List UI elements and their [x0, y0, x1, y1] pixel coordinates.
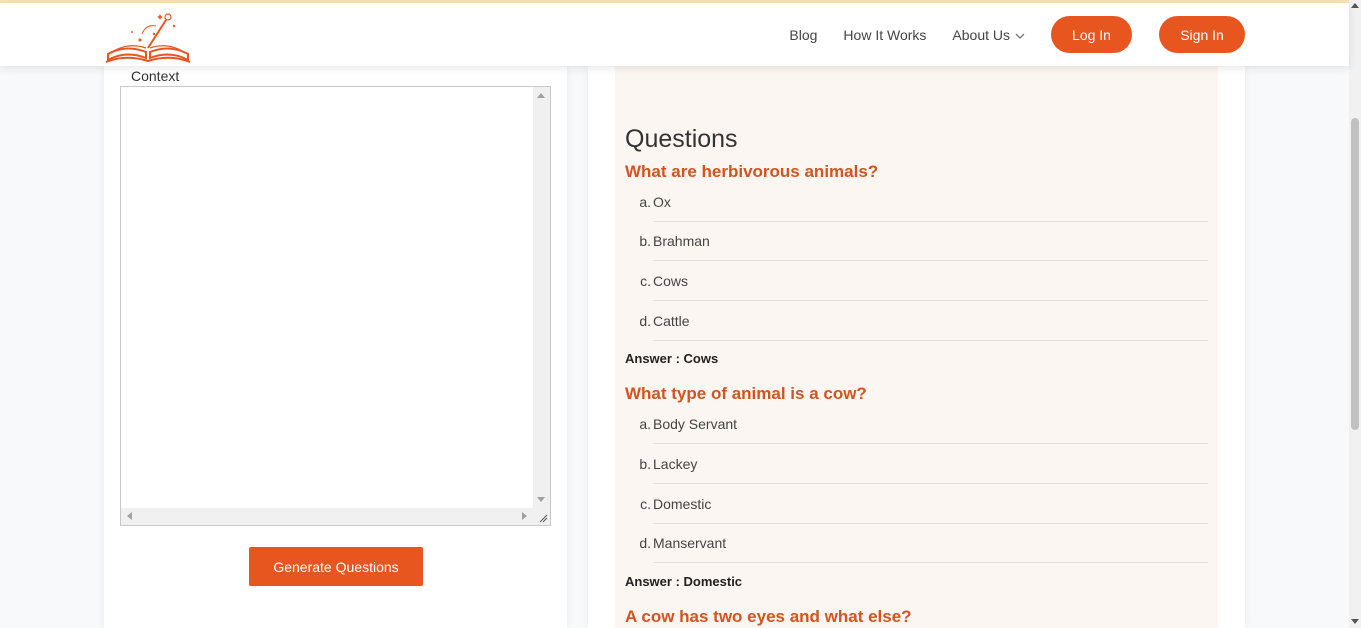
option-item[interactable]: b. Lackey — [639, 456, 1208, 496]
option-divider — [653, 443, 1208, 444]
option-text: Lackey — [653, 456, 698, 472]
scroll-right-arrow-icon[interactable] — [522, 512, 527, 520]
question-title: A cow has two eyes and what else? — [625, 607, 912, 626]
option-text: Cattle — [653, 313, 690, 329]
main-nav: Blog How It Works About Us Log In Sign I… — [789, 16, 1245, 53]
nav-how-it-works-link[interactable]: How It Works — [843, 27, 926, 43]
page-scroll-down-arrow-icon[interactable] — [1351, 619, 1359, 624]
option-item[interactable]: b. Brahman — [639, 233, 1208, 273]
option-text: Domestic — [653, 496, 712, 512]
textarea-vertical-scrollbar[interactable] — [533, 87, 550, 508]
option-letter: a. — [639, 194, 651, 210]
context-card: Context Generate Questions — [104, 66, 567, 628]
option-letter: b. — [639, 456, 651, 472]
option-item[interactable]: a. Body Servant — [639, 416, 1208, 456]
scroll-left-arrow-icon[interactable] — [127, 512, 132, 520]
option-text: Cows — [653, 273, 689, 289]
scroll-up-arrow-icon[interactable] — [537, 93, 545, 98]
open-book-magic-wand-icon[interactable] — [102, 10, 194, 64]
page-scrollbar[interactable] — [1349, 0, 1361, 628]
generate-questions-button[interactable]: Generate Questions — [249, 547, 423, 586]
context-textarea[interactable] — [120, 86, 551, 526]
nav-about-us-dropdown[interactable]: About Us — [952, 27, 1025, 43]
option-text: Ox — [653, 194, 671, 210]
option-text: Brahman — [653, 233, 710, 249]
textarea-horizontal-scrollbar[interactable] — [121, 508, 533, 525]
option-item[interactable]: c. Cows — [640, 273, 1208, 313]
option-divider — [653, 260, 1208, 261]
option-letter: b. — [639, 233, 651, 249]
option-divider — [653, 483, 1208, 484]
resize-handle-icon[interactable] — [533, 508, 550, 525]
page-scroll-up-arrow-icon[interactable] — [1351, 3, 1359, 8]
signin-button[interactable]: Sign In — [1159, 16, 1245, 53]
option-letter: c. — [640, 273, 651, 289]
questions-panel: Questions What are herbivorous animals? … — [615, 66, 1218, 628]
option-text: Manservant — [653, 535, 727, 551]
option-letter: c. — [640, 496, 651, 512]
site-header: Blog How It Works About Us Log In Sign I… — [0, 3, 1349, 66]
nav-blog-link[interactable]: Blog — [789, 27, 817, 43]
option-divider — [653, 562, 1208, 563]
scroll-down-arrow-icon[interactable] — [537, 497, 545, 502]
nav-about-us-label: About Us — [952, 26, 1010, 43]
option-text: Body Servant — [653, 416, 738, 432]
answer-text: Answer : Domestic — [625, 574, 743, 589]
page-scroll-thumb[interactable] — [1351, 118, 1359, 430]
option-item[interactable]: c. Domestic — [640, 496, 1208, 536]
option-letter: d. — [639, 535, 651, 551]
option-divider — [653, 340, 1208, 341]
chevron-down-icon — [1015, 27, 1025, 43]
questions-card: Questions What are herbivorous animals? … — [588, 66, 1245, 628]
option-divider — [653, 523, 1208, 524]
option-divider — [653, 300, 1208, 301]
option-divider — [653, 221, 1208, 222]
question-title: What are herbivorous animals? — [625, 162, 879, 181]
option-item[interactable]: a. Ox — [639, 194, 1208, 234]
option-letter: d. — [639, 313, 651, 329]
context-label: Context — [131, 68, 180, 84]
option-letter: a. — [639, 416, 651, 432]
answer-text: Answer : Cows — [625, 351, 719, 366]
questions-heading: Questions — [625, 125, 738, 153]
question-title: What type of animal is a cow? — [625, 384, 867, 403]
option-item[interactable]: d. Cattle — [639, 313, 1208, 353]
option-item[interactable]: d. Manservant — [639, 535, 1208, 575]
login-button[interactable]: Log In — [1051, 16, 1132, 53]
